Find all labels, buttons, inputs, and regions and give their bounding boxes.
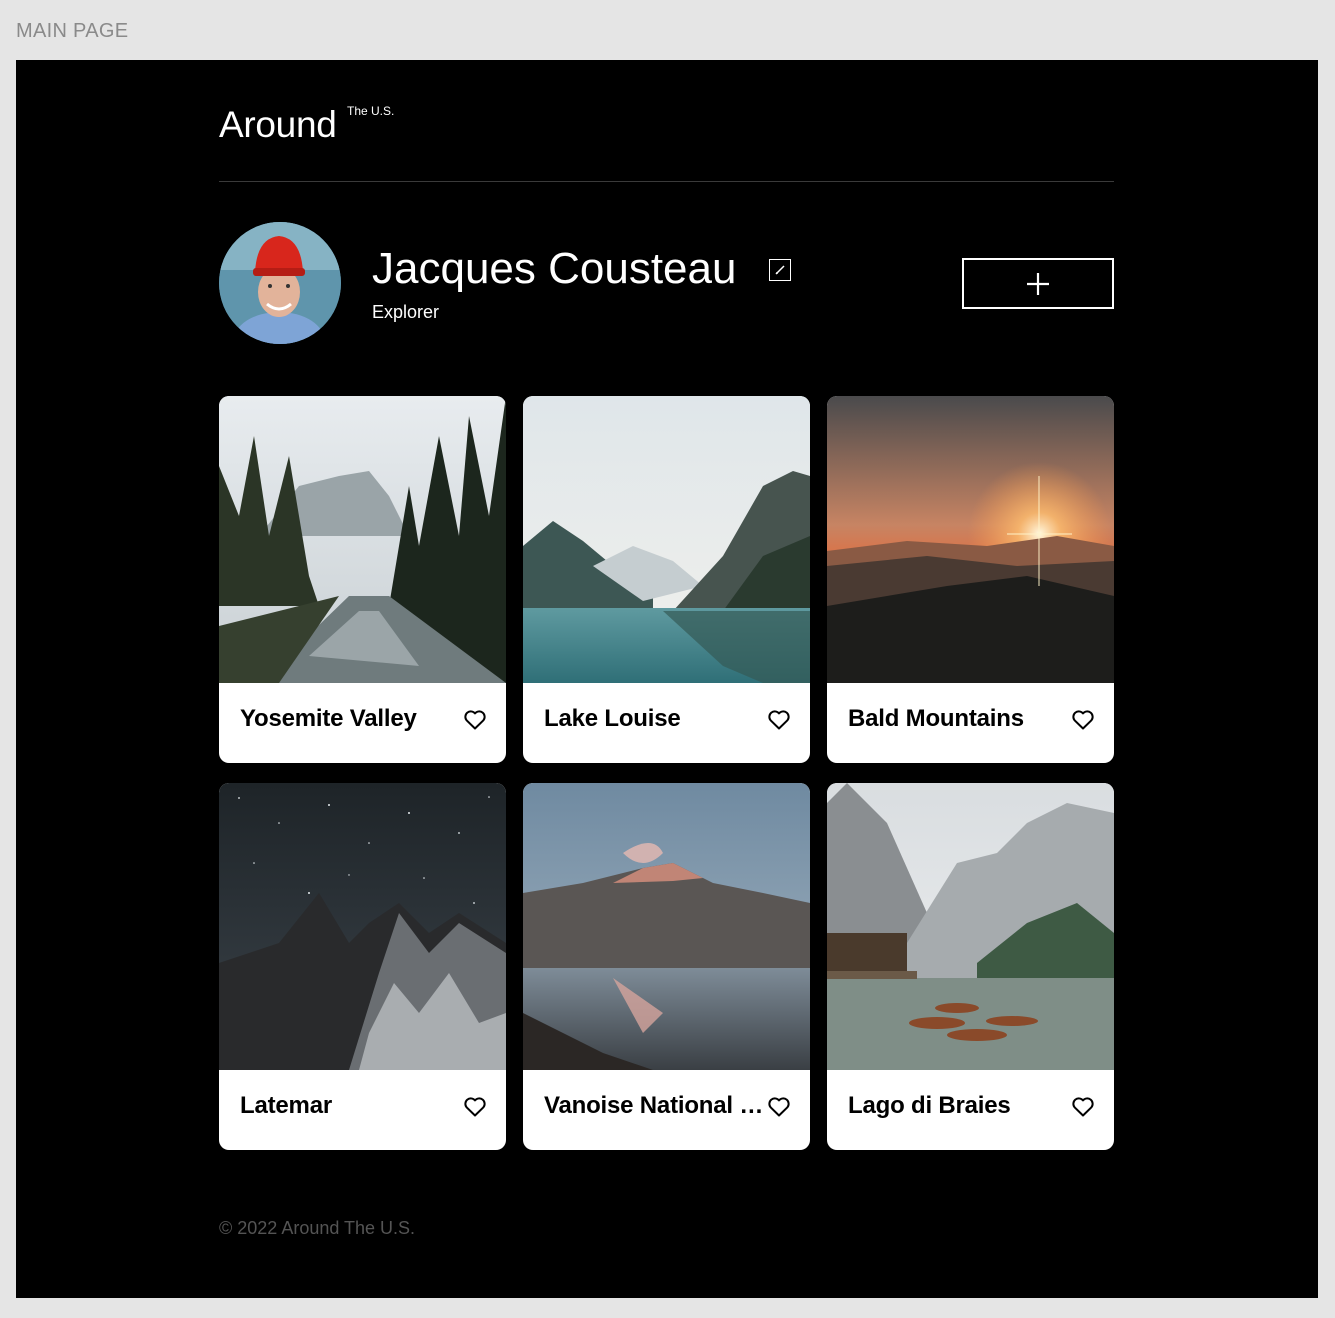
- card-title: Yosemite Valley: [240, 705, 417, 732]
- heart-icon[interactable]: [464, 1097, 486, 1117]
- card: Bald Mountains: [827, 396, 1114, 763]
- card-image[interactable]: [523, 396, 810, 683]
- profile: Jacques Cousteau Explorer: [219, 222, 1114, 344]
- edit-profile-button[interactable]: [769, 259, 791, 281]
- footer-copyright: © 2022 Around The U.S.: [219, 1218, 416, 1238]
- pencil-icon: [775, 265, 785, 275]
- profile-job: Explorer: [372, 302, 440, 322]
- heart-icon[interactable]: [768, 1097, 790, 1117]
- header: Around The U.S.: [219, 60, 1114, 182]
- card: Lake Louise: [523, 396, 810, 763]
- heart-icon[interactable]: [464, 710, 486, 730]
- card-title: Vanoise National Park: [544, 1092, 772, 1119]
- card-title: Latemar: [240, 1092, 332, 1119]
- card-image[interactable]: [523, 783, 810, 1070]
- page-container: Around The U.S. Jacques Cousteau Explore…: [219, 60, 1114, 1298]
- card-title: Bald Mountains: [848, 705, 1024, 732]
- logo-superscript: The U.S.: [347, 104, 395, 118]
- logo-text: Around: [219, 104, 337, 145]
- card-image[interactable]: [219, 783, 506, 1070]
- avatar: [219, 222, 341, 344]
- main-page: Around The U.S. Jacques Cousteau Explore…: [16, 60, 1318, 1298]
- add-card-button[interactable]: [962, 258, 1114, 309]
- heart-icon[interactable]: [1072, 1097, 1094, 1117]
- heart-icon[interactable]: [768, 710, 790, 730]
- profile-name: Jacques Cousteau: [372, 244, 737, 293]
- heart-icon[interactable]: [1072, 710, 1094, 730]
- card-title: Lago di Braies: [848, 1092, 1011, 1119]
- card: Latemar: [219, 783, 506, 1150]
- card-image[interactable]: [827, 396, 1114, 683]
- card-image[interactable]: [827, 783, 1114, 1070]
- frame-label: MAIN PAGE: [16, 20, 129, 42]
- card-image[interactable]: [219, 396, 506, 683]
- card: Vanoise National Park: [523, 783, 810, 1150]
- card: Yosemite Valley: [219, 396, 506, 763]
- card: Lago di Braies: [827, 783, 1114, 1150]
- card-title: Lake Louise: [544, 705, 681, 732]
- plus-icon: [1027, 272, 1049, 295]
